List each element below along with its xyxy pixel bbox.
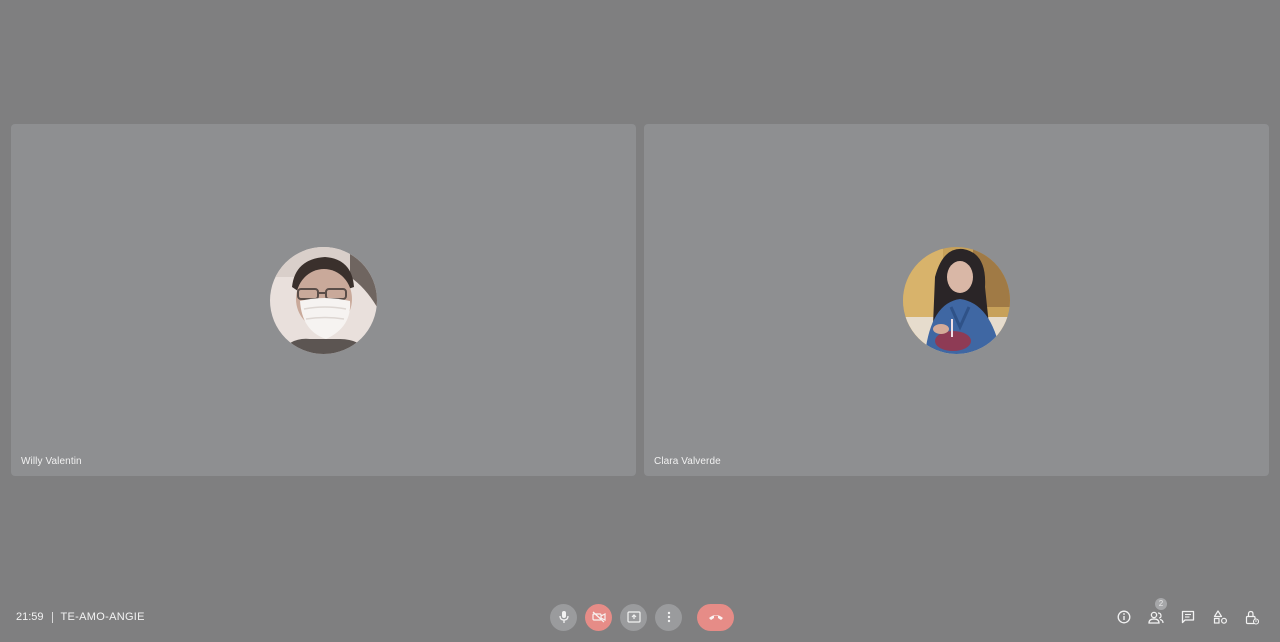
- more-options-button[interactable]: [655, 603, 682, 631]
- participant-name: Clara Valverde: [654, 456, 721, 467]
- chat-button[interactable]: [1178, 607, 1198, 627]
- present-screen-icon: [626, 611, 641, 623]
- hang-up-button[interactable]: [697, 603, 734, 631]
- camera-toggle-button[interactable]: [585, 603, 612, 631]
- people-icon: [1148, 611, 1164, 624]
- info-icon: [1117, 610, 1131, 624]
- people-button[interactable]: 2: [1146, 598, 1167, 627]
- lock-person-icon: [1245, 610, 1259, 625]
- meeting-info: 21:59 TE-AMO-ANGIE: [16, 610, 145, 624]
- present-screen-button[interactable]: [620, 603, 647, 631]
- microphone-icon: [558, 611, 569, 623]
- activities-button[interactable]: [1210, 607, 1230, 627]
- hang-up-icon: [708, 615, 723, 620]
- avatar-clara: [903, 247, 1010, 354]
- participant-tile-willy[interactable]: Willy Valentin: [11, 124, 636, 476]
- people-count-badge: 2: [1155, 598, 1167, 610]
- meeting-stage: Willy Valentin Clara Valverde 21:59 TE-A…: [0, 0, 1280, 642]
- meeting-code: TE-AMO-ANGIE: [60, 611, 145, 623]
- avatar-willy: [270, 247, 377, 354]
- chat-icon: [1181, 610, 1195, 624]
- avatar-willy-photo: [270, 247, 377, 354]
- host-controls-button[interactable]: [1242, 607, 1262, 627]
- activities-icon: [1213, 610, 1227, 624]
- participant-tile-clara[interactable]: Clara Valverde: [644, 124, 1269, 476]
- meeting-time: 21:59: [16, 611, 44, 623]
- participant-name: Willy Valentin: [21, 456, 82, 467]
- more-options-icon: [667, 611, 670, 623]
- call-controls: [550, 603, 734, 631]
- meeting-toolbar-right: 2: [1114, 598, 1262, 627]
- camera-off-icon: [591, 611, 606, 623]
- microphone-button[interactable]: [550, 603, 577, 631]
- avatar-clara-photo: [903, 247, 1010, 354]
- divider: [51, 611, 53, 623]
- meeting-details-button[interactable]: [1114, 607, 1134, 627]
